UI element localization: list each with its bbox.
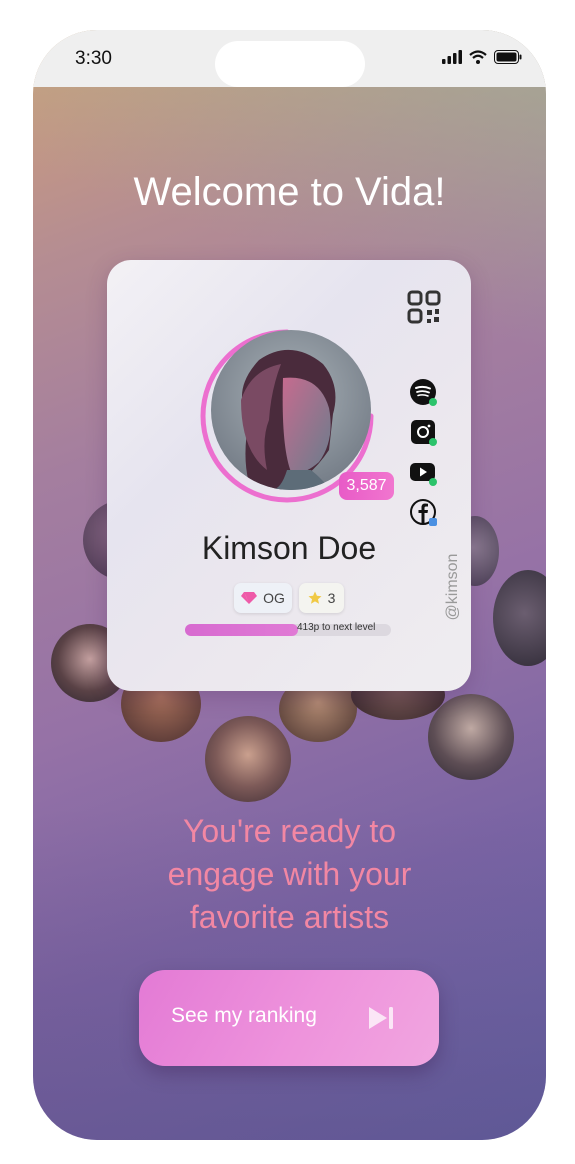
status-icons bbox=[442, 50, 522, 64]
tagline: You're ready to engage with your favorit… bbox=[33, 810, 546, 939]
og-badge-label: OG bbox=[263, 590, 285, 606]
artist-avatar[interactable] bbox=[493, 570, 546, 666]
profile-photo bbox=[211, 330, 371, 490]
welcome-title: Welcome to Vida! bbox=[133, 170, 446, 214]
youtube-icon[interactable] bbox=[409, 458, 437, 486]
profile-card: 3,587 Kimson Doe OG 3 413p to next level… bbox=[107, 260, 471, 691]
dynamic-island bbox=[215, 41, 365, 87]
star-badge-label: 3 bbox=[327, 590, 336, 606]
spotify-icon[interactable] bbox=[409, 378, 437, 406]
qr-code-icon[interactable] bbox=[407, 290, 441, 324]
instagram-icon[interactable] bbox=[409, 418, 437, 446]
status-bar: 3:30 bbox=[33, 30, 546, 87]
star-icon bbox=[308, 591, 322, 604]
see-ranking-button[interactable]: See my ranking bbox=[139, 970, 439, 1066]
level-progress-label: 413p to next level bbox=[297, 622, 376, 633]
see-ranking-label: See my ranking bbox=[171, 1004, 317, 1027]
signal-icon bbox=[442, 50, 462, 64]
profile-handle: @kimson bbox=[444, 553, 461, 621]
artist-avatar[interactable] bbox=[428, 694, 514, 780]
level-progress-fill bbox=[185, 624, 299, 636]
facebook-icon[interactable] bbox=[409, 498, 437, 526]
wifi-icon bbox=[469, 50, 487, 64]
og-badge: OG bbox=[234, 583, 292, 613]
phone-screen: 3:30 Welcome to Vida! 3,587 Kimson Doe O… bbox=[33, 30, 546, 1140]
gem-icon bbox=[241, 592, 258, 604]
score-badge: 3,587 bbox=[339, 472, 394, 500]
tagline-line-3: favorite artists bbox=[189, 899, 390, 935]
artist-avatar[interactable] bbox=[205, 716, 291, 802]
skip-forward-icon bbox=[369, 1007, 393, 1029]
status-time: 3:30 bbox=[75, 48, 112, 69]
profile-name: Kimson Doe bbox=[201, 530, 377, 566]
tagline-line-2: engage with your bbox=[167, 856, 412, 892]
star-badge: 3 bbox=[299, 583, 344, 613]
battery-icon bbox=[494, 50, 522, 64]
tagline-line-1: You're ready to bbox=[182, 813, 397, 849]
